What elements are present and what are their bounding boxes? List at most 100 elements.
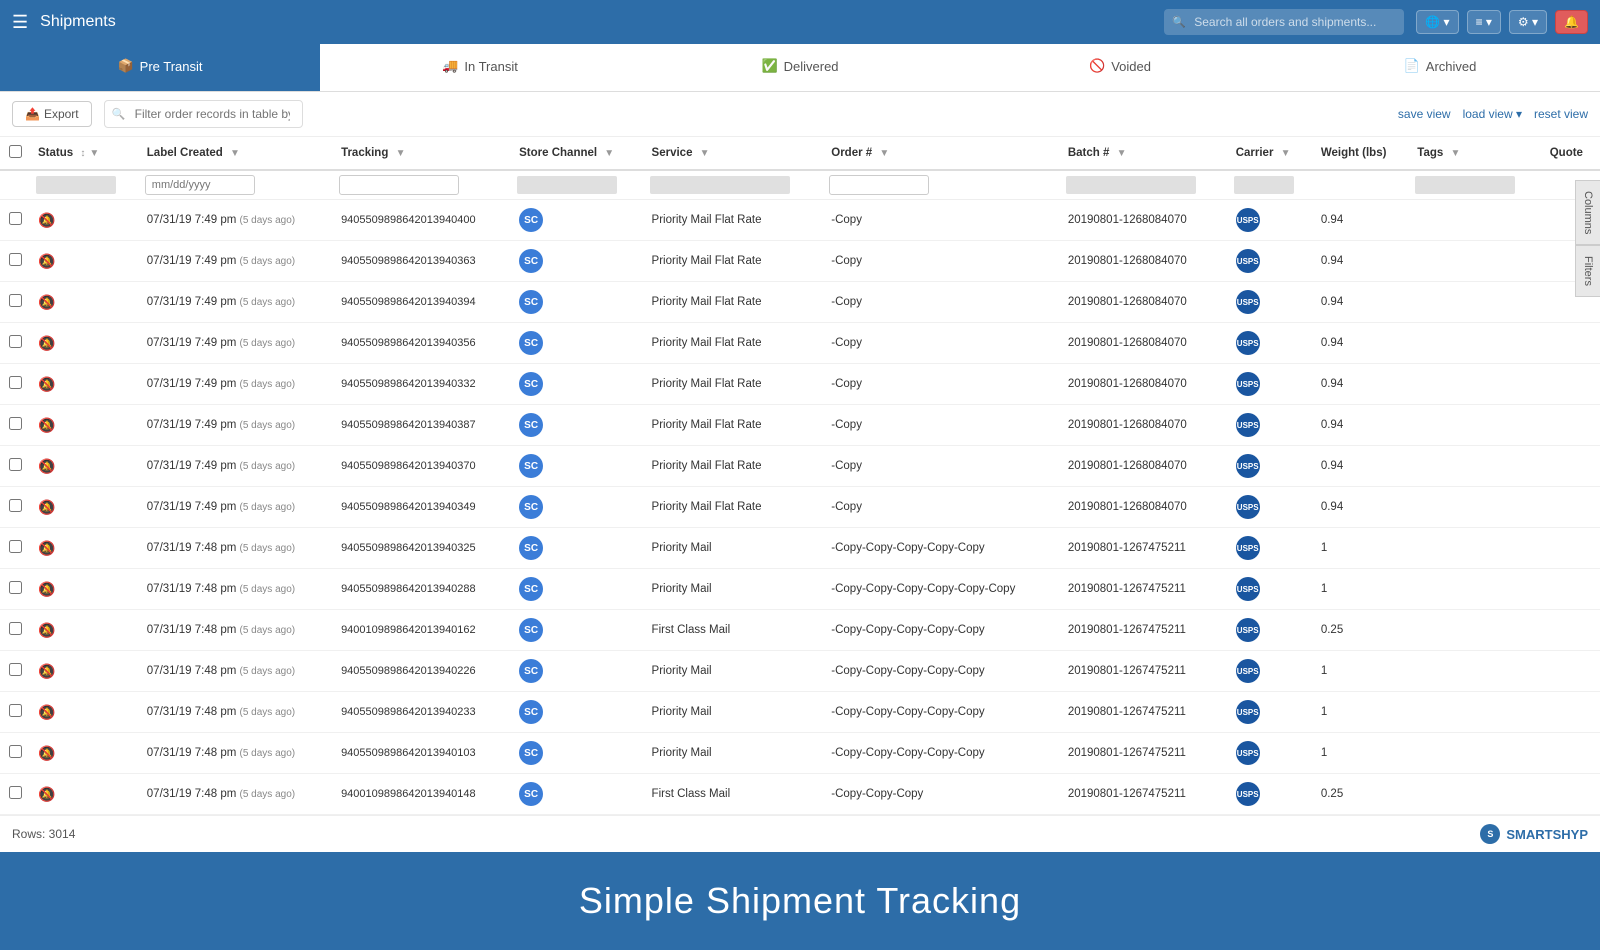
- col-label-created[interactable]: Label Created ▼: [139, 137, 333, 170]
- col-service[interactable]: Service ▼: [644, 137, 824, 170]
- save-view-btn[interactable]: save view: [1398, 107, 1451, 121]
- tracking-number[interactable]: 9405509898642013940226: [341, 665, 476, 677]
- hamburger-icon[interactable]: ☰: [12, 12, 28, 33]
- row-checkbox[interactable]: [9, 786, 22, 799]
- alert-button[interactable]: 🔔: [1555, 10, 1588, 34]
- row-checkbox[interactable]: [9, 212, 22, 225]
- select-all-checkbox[interactable]: [9, 145, 22, 158]
- row-checkbox-cell[interactable]: [0, 610, 30, 651]
- store-channel-icon[interactable]: SC: [519, 372, 543, 396]
- col-store-channel[interactable]: Store Channel ▼: [511, 137, 643, 170]
- row-checkbox[interactable]: [9, 745, 22, 758]
- store-channel-icon[interactable]: SC: [519, 700, 543, 724]
- row-checkbox-cell[interactable]: [0, 282, 30, 323]
- settings-button[interactable]: ⚙ ▾: [1509, 10, 1547, 34]
- store-channel-icon[interactable]: SC: [519, 249, 543, 273]
- col-batch-num[interactable]: Batch # ▼: [1060, 137, 1228, 170]
- row-checkbox-cell[interactable]: [0, 446, 30, 487]
- tracking-number[interactable]: 9400109898642013940162: [341, 624, 476, 636]
- global-search-input[interactable]: [1164, 9, 1404, 35]
- row-checkbox-cell[interactable]: [0, 364, 30, 405]
- filters-sidebar-label[interactable]: Filters: [1575, 245, 1600, 297]
- tracking-number[interactable]: 9405509898642013940288: [341, 583, 476, 595]
- row-checkbox[interactable]: [9, 253, 22, 266]
- col-order-num[interactable]: Order # ▼: [823, 137, 1060, 170]
- col-tags[interactable]: Tags ▼: [1409, 137, 1541, 170]
- row-checkbox-cell[interactable]: [0, 405, 30, 446]
- tracking-number[interactable]: 9400109898642013940148: [341, 788, 476, 800]
- store-channel-icon[interactable]: SC: [519, 782, 543, 806]
- col-tracking[interactable]: Tracking ▼: [333, 137, 511, 170]
- row-checkbox-cell[interactable]: [0, 692, 30, 733]
- store-channel-icon[interactable]: SC: [519, 208, 543, 232]
- columns-sidebar-label[interactable]: Columns: [1575, 180, 1600, 245]
- row-checkbox-cell[interactable]: [0, 323, 30, 364]
- row-checkbox-cell[interactable]: [0, 528, 30, 569]
- tracking-number[interactable]: 9405509898642013940400: [341, 214, 476, 226]
- tracking-number[interactable]: 9405509898642013940349: [341, 501, 476, 513]
- row-checkbox[interactable]: [9, 663, 22, 676]
- store-channel-filter[interactable]: [517, 176, 617, 194]
- tracking-number[interactable]: 9405509898642013940387: [341, 419, 476, 431]
- row-checkbox[interactable]: [9, 376, 22, 389]
- col-quote[interactable]: Quote: [1542, 137, 1600, 170]
- row-checkbox[interactable]: [9, 540, 22, 553]
- col-weight[interactable]: Weight (lbs): [1313, 137, 1409, 170]
- tags-filter[interactable]: [1415, 176, 1515, 194]
- reset-view-btn[interactable]: reset view: [1534, 107, 1588, 121]
- tracking-number[interactable]: 9405509898642013940356: [341, 337, 476, 349]
- batch-filter[interactable]: [1066, 176, 1196, 194]
- row-checkbox[interactable]: [9, 458, 22, 471]
- row-checkbox[interactable]: [9, 417, 22, 430]
- row-checkbox[interactable]: [9, 294, 22, 307]
- tracking-number[interactable]: 9405509898642013940363: [341, 255, 476, 267]
- tracking-number[interactable]: 9405509898642013940325: [341, 542, 476, 554]
- row-checkbox-cell[interactable]: [0, 569, 30, 610]
- tab-archived[interactable]: 📄 Archived: [1280, 44, 1600, 91]
- service-filter[interactable]: [650, 176, 790, 194]
- select-all-header[interactable]: [0, 137, 30, 170]
- tab-pre-transit[interactable]: 📦 Pre Transit: [0, 44, 320, 91]
- tracking-filter[interactable]: [339, 175, 459, 195]
- globe-button[interactable]: 🌐 ▾: [1416, 10, 1458, 34]
- label-created-filter[interactable]: [145, 175, 255, 195]
- store-channel-icon[interactable]: SC: [519, 577, 543, 601]
- store-channel-icon[interactable]: SC: [519, 495, 543, 519]
- row-checkbox-cell[interactable]: [0, 774, 30, 815]
- grid-button[interactable]: ≡ ▾: [1467, 10, 1501, 34]
- store-channel-icon[interactable]: SC: [519, 536, 543, 560]
- row-checkbox-cell[interactable]: [0, 651, 30, 692]
- store-channel-icon[interactable]: SC: [519, 618, 543, 642]
- row-checkbox-cell[interactable]: [0, 487, 30, 528]
- row-checkbox-cell[interactable]: [0, 200, 30, 241]
- export-button[interactable]: 📤 Export: [12, 101, 92, 127]
- row-checkbox-cell[interactable]: [0, 733, 30, 774]
- tracking-number[interactable]: 9405509898642013940103: [341, 747, 476, 759]
- order-filter[interactable]: [829, 175, 929, 195]
- store-channel-icon[interactable]: SC: [519, 413, 543, 437]
- load-view-btn[interactable]: load view ▾: [1463, 107, 1522, 121]
- tracking-number[interactable]: 9405509898642013940370: [341, 460, 476, 472]
- store-channel-icon[interactable]: SC: [519, 290, 543, 314]
- keyword-filter-input[interactable]: [104, 100, 303, 128]
- row-checkbox[interactable]: [9, 704, 22, 717]
- row-checkbox[interactable]: [9, 335, 22, 348]
- carrier-filter[interactable]: [1234, 176, 1294, 194]
- tab-in-transit[interactable]: 🚚 In Transit: [320, 44, 640, 91]
- tab-voided[interactable]: 🚫 Voided: [960, 44, 1280, 91]
- status-filter[interactable]: [36, 176, 116, 194]
- col-status[interactable]: Status ↕▼: [30, 137, 139, 170]
- store-channel-icon[interactable]: SC: [519, 741, 543, 765]
- row-checkbox[interactable]: [9, 499, 22, 512]
- tracking-number[interactable]: 9405509898642013940394: [341, 296, 476, 308]
- store-channel-icon[interactable]: SC: [519, 454, 543, 478]
- row-checkbox[interactable]: [9, 581, 22, 594]
- store-channel-icon[interactable]: SC: [519, 331, 543, 355]
- row-checkbox[interactable]: [9, 622, 22, 635]
- store-channel-icon[interactable]: SC: [519, 659, 543, 683]
- row-checkbox-cell[interactable]: [0, 241, 30, 282]
- tab-delivered[interactable]: ✅ Delivered: [640, 44, 960, 91]
- col-carrier[interactable]: Carrier ▼: [1228, 137, 1313, 170]
- tracking-number[interactable]: 9405509898642013940233: [341, 706, 476, 718]
- tracking-number[interactable]: 9405509898642013940332: [341, 378, 476, 390]
